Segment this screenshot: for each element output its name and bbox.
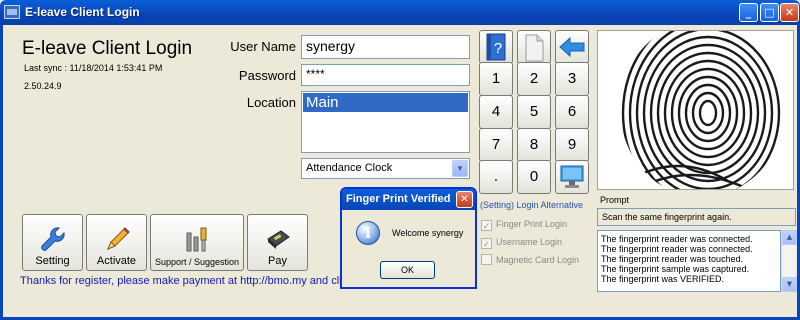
username-field[interactable]: synergy bbox=[301, 35, 470, 59]
log-scrollbar[interactable]: ▲ ▼ bbox=[781, 230, 797, 292]
location-item-main[interactable]: Main bbox=[303, 93, 468, 112]
key-2[interactable]: 2 bbox=[517, 62, 551, 96]
checkbox-label: Magnetic Card Login bbox=[496, 255, 580, 265]
backspace-button[interactable] bbox=[555, 30, 589, 64]
wrench-icon bbox=[40, 227, 65, 251]
minimize-button[interactable]: _ bbox=[739, 3, 758, 22]
password-label: Password bbox=[238, 68, 296, 83]
fingerprint-icon bbox=[621, 31, 784, 189]
log-line: The fingerprint reader was connected. bbox=[601, 234, 753, 244]
login-alternative-group: (Setting) Login Alternative bbox=[480, 200, 592, 210]
key-7[interactable]: 7 bbox=[479, 128, 513, 162]
prompt-box: Scan the same fingerprint again. bbox=[597, 208, 796, 226]
scroll-up-icon[interactable]: ▲ bbox=[782, 230, 797, 245]
key-0[interactable]: 0 bbox=[517, 160, 551, 194]
password-field[interactable]: **** bbox=[301, 64, 470, 86]
chevron-down-icon: ▼ bbox=[452, 160, 468, 177]
finger-print-login-checkbox[interactable]: ✓ Finger Print Login bbox=[481, 219, 567, 231]
key-6[interactable]: 6 bbox=[555, 95, 589, 129]
key-3[interactable]: 3 bbox=[555, 62, 589, 96]
clock-mode-select[interactable]: Attendance Clock ▼ bbox=[301, 158, 470, 179]
key-dot[interactable]: . bbox=[479, 160, 513, 194]
help-book-button[interactable]: ? bbox=[479, 30, 513, 64]
version-text: 2.50.24.9 bbox=[24, 81, 62, 91]
ok-button[interactable]: OK bbox=[380, 261, 435, 279]
finger-print-verified-dialog: Finger Print Verified ✕ i Welcome synerg… bbox=[340, 187, 477, 289]
checkbox-box[interactable]: ✓ bbox=[481, 238, 492, 249]
key-4[interactable]: 4 bbox=[479, 95, 513, 129]
checkbox-label: Username Login bbox=[496, 237, 563, 247]
support-suggestion-label: Support / Suggestion bbox=[154, 257, 240, 267]
activate-button[interactable]: Activate bbox=[86, 214, 147, 271]
location-label: Location bbox=[246, 95, 296, 110]
support-suggestion-button[interactable]: Support / Suggestion bbox=[150, 214, 244, 271]
prompt-label: Prompt bbox=[600, 195, 630, 205]
last-sync-text: Last sync : 11/18/2014 1:53:41 PM bbox=[24, 63, 163, 73]
pencil-icon bbox=[106, 227, 130, 250]
username-value: synergy bbox=[306, 38, 356, 54]
pay-button[interactable]: Pay bbox=[247, 214, 308, 271]
checkbox-label: Finger Print Login bbox=[496, 219, 568, 229]
arrow-left-icon bbox=[559, 36, 585, 58]
scroll-down-icon[interactable]: ▼ bbox=[782, 277, 797, 292]
card-terminal-icon bbox=[266, 230, 290, 249]
fingerprint-image bbox=[597, 30, 794, 190]
clear-page-button[interactable] bbox=[517, 30, 551, 64]
setting-button[interactable]: Setting bbox=[22, 214, 83, 271]
window-title: E-leave Client Login bbox=[25, 5, 140, 19]
key-5[interactable]: 5 bbox=[517, 95, 551, 129]
dialog-message: Welcome synergy bbox=[392, 228, 464, 238]
magnetic-card-login-checkbox[interactable]: Magnetic Card Login bbox=[481, 254, 579, 265]
clock-mode-value: Attendance Clock bbox=[306, 162, 393, 174]
svg-text:?: ? bbox=[494, 40, 502, 57]
close-button[interactable]: ✕ bbox=[780, 3, 799, 22]
window-titlebar: E-leave Client Login _ □ ✕ bbox=[0, 0, 800, 25]
log-line: The fingerprint was VERIFIED. bbox=[601, 274, 725, 284]
key-1[interactable]: 1 bbox=[479, 62, 513, 96]
location-listbox[interactable]: Main bbox=[301, 91, 470, 153]
activate-label: Activate bbox=[96, 255, 137, 267]
tools-icon bbox=[186, 227, 207, 252]
app-heading: E-leave Client Login bbox=[22, 38, 193, 59]
app-icon bbox=[4, 5, 20, 19]
monitor-button[interactable] bbox=[555, 160, 589, 194]
username-label: User Name bbox=[230, 39, 296, 54]
log-line: The fingerprint sample was captured. bbox=[601, 264, 750, 274]
username-login-checkbox[interactable]: ✓ Username Login bbox=[481, 237, 562, 249]
log-line: The fingerprint reader was touched. bbox=[601, 254, 744, 264]
key-8[interactable]: 8 bbox=[517, 128, 551, 162]
fingerprint-log: The fingerprint reader was connected. Th… bbox=[597, 230, 781, 292]
prompt-text: Scan the same fingerprint again. bbox=[602, 212, 732, 222]
checkbox-box[interactable] bbox=[481, 254, 492, 265]
checkbox-box[interactable]: ✓ bbox=[481, 220, 492, 231]
dialog-close-button[interactable]: ✕ bbox=[456, 191, 473, 208]
setting-label: Setting bbox=[35, 255, 70, 267]
blank-page-icon bbox=[525, 34, 544, 62]
pay-label: Pay bbox=[268, 255, 287, 267]
password-value: **** bbox=[306, 67, 325, 81]
key-9[interactable]: 9 bbox=[555, 128, 589, 162]
payment-notice: Thanks for register, please make payment… bbox=[20, 275, 342, 287]
log-line: The fingerprint reader was connected. bbox=[601, 244, 753, 254]
help-book-icon: ? bbox=[486, 33, 506, 61]
login-alternative-title[interactable]: (Setting) Login Alternative bbox=[480, 200, 592, 210]
info-icon: i bbox=[356, 221, 380, 245]
monitor-icon bbox=[560, 165, 584, 188]
maximize-button[interactable]: □ bbox=[760, 3, 779, 22]
